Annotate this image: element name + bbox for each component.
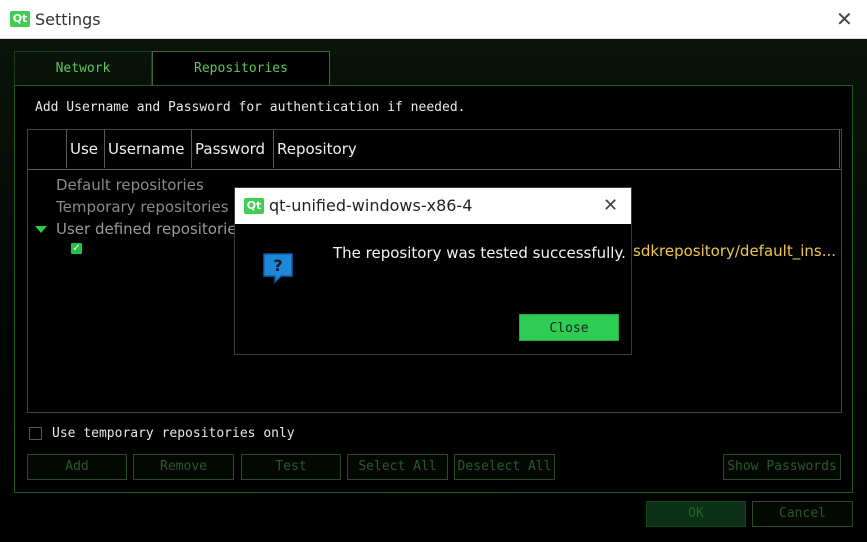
tab-repositories[interactable]: Repositories: [152, 51, 330, 86]
settings-window: Qt Settings ✕ Network Repositories Add U…: [0, 0, 867, 542]
remove-button[interactable]: Remove: [133, 454, 234, 480]
row-user-defined-repositories[interactable]: User defined repositorie: [56, 220, 237, 238]
repository-url[interactable]: sdkrepository/default_ins...: [633, 242, 836, 260]
window-close-button[interactable]: ✕: [836, 9, 853, 29]
auth-hint: Add Username and Password for authentica…: [35, 100, 466, 115]
select-all-button[interactable]: Select All: [347, 454, 448, 480]
dialog-qt-logo-icon: Qt: [244, 198, 264, 214]
tree-header: Use Username Password Repository: [28, 130, 841, 170]
dialog-title: qt-unified-windows-x86-4: [269, 196, 473, 215]
header-repository[interactable]: Repository: [274, 130, 840, 168]
dialog-message: The repository was tested successfully.: [333, 244, 626, 262]
deselect-all-button[interactable]: Deselect All: [454, 454, 555, 480]
header-username[interactable]: Username: [105, 130, 192, 168]
svg-text:?: ?: [273, 256, 282, 275]
expand-arrow-icon[interactable]: [35, 226, 47, 233]
tab-network[interactable]: Network: [14, 51, 152, 85]
question-icon: ?: [263, 253, 293, 284]
title-bar: Qt Settings ✕: [0, 0, 867, 39]
temp-repos-checkbox[interactable]: [29, 427, 42, 440]
use-checkbox[interactable]: ✓: [71, 243, 82, 254]
dialog-close-button[interactable]: Close: [519, 314, 619, 341]
test-result-dialog: Qt qt-unified-windows-x86-4 ✕ ? The repo…: [234, 187, 632, 355]
dialog-title-bar: Qt qt-unified-windows-x86-4 ✕: [235, 188, 631, 224]
test-button[interactable]: Test: [241, 454, 341, 480]
header-expander: [28, 130, 67, 168]
row-temporary-repositories[interactable]: Temporary repositories: [56, 198, 229, 216]
cancel-button[interactable]: Cancel: [752, 501, 853, 527]
window-title: Settings: [35, 10, 101, 29]
header-use[interactable]: Use: [67, 130, 105, 168]
header-password[interactable]: Password: [192, 130, 274, 168]
dialog-close-icon[interactable]: ✕: [603, 196, 618, 216]
qt-logo-icon: Qt: [10, 11, 30, 27]
add-button[interactable]: Add: [27, 454, 127, 480]
row-default-repositories[interactable]: Default repositories: [56, 176, 204, 194]
show-passwords-button[interactable]: Show Passwords: [723, 454, 841, 480]
ok-button[interactable]: OK: [646, 501, 746, 527]
temp-repos-label: Use temporary repositories only: [52, 426, 295, 441]
